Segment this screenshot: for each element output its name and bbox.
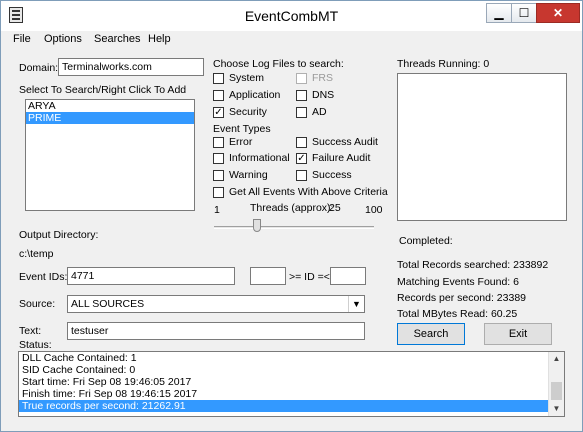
checkbox-label: Security: [229, 106, 267, 118]
search-button[interactable]: Search: [397, 323, 465, 345]
threads-min-label: 1: [214, 204, 220, 216]
checkbox-box[interactable]: [296, 73, 307, 84]
get-all-events-checkbox[interactable]: Get All Events With Above Criteria: [213, 186, 388, 200]
id-range-label: >= ID =<: [289, 271, 330, 283]
checkbox-box[interactable]: [296, 137, 307, 148]
output-directory-label: Output Directory:: [19, 229, 99, 241]
log-ad-checkbox[interactable]: AD: [296, 106, 356, 120]
checkbox-box[interactable]: ✓: [213, 107, 224, 118]
checkbox-box[interactable]: [213, 170, 224, 181]
output-directory-value: c:\temp: [19, 248, 54, 260]
status-line[interactable]: SID Cache Contained: 0: [19, 364, 564, 376]
domain-input[interactable]: Terminalworks.com: [58, 58, 204, 76]
checkbox-label: Success Audit: [312, 136, 378, 148]
status-log[interactable]: DLL Cache Contained: 1 SID Cache Containe…: [18, 351, 565, 417]
status-line[interactable]: Start time: Fri Sep 08 19:46:05 2017: [19, 376, 564, 388]
chevron-down-icon[interactable]: ▼: [348, 296, 364, 312]
checkbox-label: Success: [312, 169, 352, 181]
domain-label: Domain:: [19, 62, 59, 74]
threads-running-label: Threads Running: 0: [397, 58, 489, 70]
log-system-checkbox[interactable]: System: [213, 72, 293, 86]
log-files-label: Choose Log Files to search:: [213, 58, 344, 70]
threads-running-text: Threads Running:: [397, 58, 481, 70]
source-label: Source:: [19, 298, 56, 310]
threads-running-value: 0: [483, 58, 490, 70]
log-application-checkbox[interactable]: Application: [213, 89, 293, 103]
checkbox-label: Informational: [229, 152, 290, 164]
event-failure-audit-checkbox[interactable]: ✓ Failure Audit: [296, 152, 386, 166]
checkbox-label: System: [229, 72, 265, 84]
exit-button[interactable]: Exit: [484, 323, 552, 345]
stat-records-per-second: Records per second: 23389: [397, 292, 526, 304]
event-informational-checkbox[interactable]: Informational: [213, 152, 293, 166]
stat-mbytes-read: Total MBytes Read: 60.25: [397, 308, 518, 320]
main-window: EventCombMT ▁ ☐ ✕ File Options Searches …: [0, 0, 583, 432]
checkbox-label: Failure Audit: [312, 152, 371, 164]
checkbox-label: Application: [229, 89, 281, 101]
threads-slider-thumb[interactable]: [253, 219, 261, 232]
status-lines: DLL Cache Contained: 1 SID Cache Containe…: [19, 352, 564, 412]
close-button[interactable]: ✕: [536, 3, 580, 23]
checkbox-label: AD: [312, 106, 327, 118]
checkbox-box[interactable]: [213, 187, 224, 198]
threads-label: Threads (approx):: [250, 202, 334, 214]
menu-options[interactable]: Options: [44, 33, 82, 45]
checkbox-box[interactable]: [213, 90, 224, 101]
checkbox-box[interactable]: [296, 107, 307, 118]
text-filter-input[interactable]: testuser: [67, 322, 365, 340]
threads-running-list[interactable]: [397, 73, 567, 221]
stat-matching-events: Matching Events Found: 6: [397, 276, 519, 288]
menu-bar: File Options Searches Help: [1, 31, 582, 49]
event-ids-label: Event IDs:: [19, 271, 68, 283]
scroll-thumb[interactable]: [551, 382, 562, 400]
threads-slider-track[interactable]: [214, 226, 374, 229]
maximize-button[interactable]: ☐: [511, 3, 537, 23]
server-list-item[interactable]: ARYA: [26, 100, 194, 112]
log-dns-checkbox[interactable]: DNS: [296, 89, 356, 103]
scroll-down-icon[interactable]: ▼: [549, 402, 564, 416]
status-line[interactable]: DLL Cache Contained: 1: [19, 352, 564, 364]
id-range-from-input[interactable]: [250, 267, 286, 285]
server-list-item[interactable]: PRIME: [26, 112, 194, 124]
source-select-value: ALL SOURCES: [71, 298, 145, 310]
checkbox-box[interactable]: [213, 153, 224, 164]
event-warning-checkbox[interactable]: Warning: [213, 169, 293, 183]
event-error-checkbox[interactable]: Error: [213, 136, 293, 150]
scroll-up-icon[interactable]: ▲: [549, 352, 564, 366]
checkbox-label: Error: [229, 136, 253, 148]
event-types-label: Event Types: [213, 123, 271, 135]
checkbox-box[interactable]: [296, 90, 307, 101]
event-success-checkbox[interactable]: Success: [296, 169, 386, 183]
threads-value: 25: [329, 202, 341, 214]
id-range-to-input[interactable]: [330, 267, 366, 285]
event-ids-input[interactable]: 4771: [67, 267, 235, 285]
completed-label: Completed:: [399, 235, 453, 247]
menu-help[interactable]: Help: [148, 33, 171, 45]
status-line[interactable]: True records per second: 21262.91: [19, 400, 564, 412]
checkbox-box[interactable]: [296, 170, 307, 181]
checkbox-label: Get All Events With Above Criteria: [229, 186, 388, 198]
stat-total-records: Total Records searched: 233892: [397, 259, 549, 271]
status-line[interactable]: Finish time: Fri Sep 08 19:46:15 2017: [19, 388, 564, 400]
log-security-checkbox[interactable]: ✓ Security: [213, 106, 293, 120]
server-list-label: Select To Search/Right Click To Add: [19, 84, 187, 96]
menu-file[interactable]: File: [13, 33, 31, 45]
threads-max-label: 100: [365, 204, 383, 216]
checkbox-box[interactable]: [213, 137, 224, 148]
checkbox-box[interactable]: ✓: [296, 153, 307, 164]
source-select[interactable]: ALL SOURCES ▼: [67, 295, 365, 313]
server-list[interactable]: ARYA PRIME: [25, 99, 195, 211]
status-scrollbar[interactable]: ▲ ▼: [548, 352, 564, 416]
menu-searches[interactable]: Searches: [94, 33, 140, 45]
checkbox-box[interactable]: [213, 73, 224, 84]
log-frs-checkbox[interactable]: FRS: [296, 72, 356, 86]
text-filter-label: Text:: [19, 325, 42, 337]
checkbox-label: Warning: [229, 169, 268, 181]
status-label: Status:: [19, 339, 52, 351]
checkbox-label: DNS: [312, 89, 335, 101]
checkbox-label: FRS: [312, 72, 333, 84]
title-bar[interactable]: EventCombMT ▁ ☐ ✕: [1, 1, 582, 31]
minimize-button[interactable]: ▁: [486, 3, 512, 23]
event-success-audit-checkbox[interactable]: Success Audit: [296, 136, 386, 150]
